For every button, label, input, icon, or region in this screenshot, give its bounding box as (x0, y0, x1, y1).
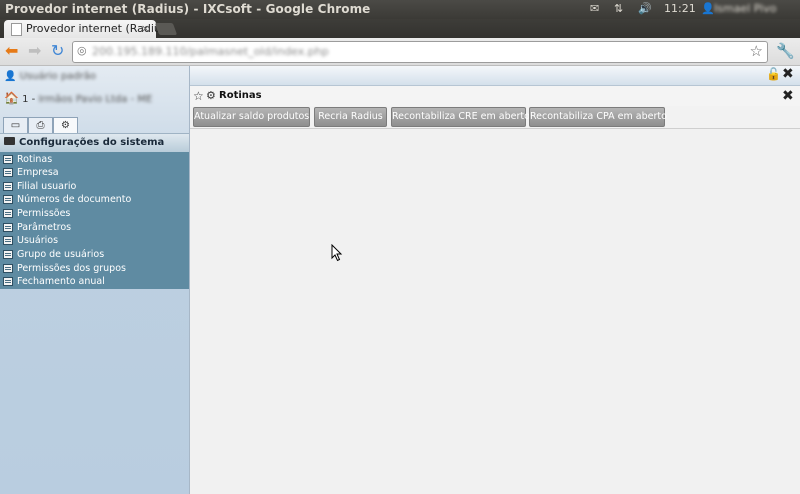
document-icon (3, 168, 13, 177)
back-arrow-icon[interactable]: ⬅ (5, 42, 18, 60)
document-icon (3, 209, 13, 218)
network-icon[interactable]: ⇅ (614, 2, 623, 15)
window-header: ☆ ⚙ Rotinas (190, 86, 800, 106)
close-all-icon[interactable]: ✖ (782, 66, 794, 82)
menu-item-label: Empresa (17, 167, 59, 178)
gear-icon: ⚙ (206, 89, 216, 102)
menu-item-rotinas[interactable]: Rotinas (0, 153, 189, 166)
window-icon: ▭ (10, 120, 21, 131)
os-user-name[interactable]: Ismael Pivo (714, 2, 776, 15)
menu-item-numeros-documento[interactable]: Números de documento (0, 193, 189, 206)
window-title: Provedor internet (Radius) - IXCsoft - G… (5, 2, 371, 16)
address-bar[interactable]: ◎ 200.195.189.110/palmasnet_old/index.ph… (72, 41, 768, 63)
reload-icon[interactable]: ↻ (51, 42, 64, 60)
mail-icon[interactable]: ✉ (590, 2, 599, 15)
mouse-cursor-icon (331, 244, 343, 262)
unlock-icon[interactable]: 🔓 (766, 67, 781, 81)
document-icon (3, 277, 13, 286)
settings-menu: Rotinas Empresa Filial usuario Números d… (0, 152, 189, 289)
window-content (190, 129, 800, 494)
atualizar-saldo-produtos-button[interactable]: Atualizar saldo produtos (193, 107, 310, 127)
menu-item-label: Filial usuario (17, 181, 77, 192)
section-title: Configurações do sistema (19, 137, 165, 148)
menu-item-label: Usuários (17, 235, 59, 246)
url-text: 200.195.189.110/palmasnet_old/index.php (92, 45, 329, 58)
tab-windows[interactable]: ▭ (3, 117, 28, 134)
document-icon (3, 250, 13, 259)
forward-arrow-icon[interactable]: ➡ (28, 42, 41, 60)
tab-printer[interactable]: ⎙ (28, 117, 53, 134)
clock[interactable]: 11:21 (664, 2, 696, 15)
printer-icon: ⎙ (36, 120, 45, 131)
site-info-icon[interactable]: ◎ (77, 44, 87, 57)
menu-item-label: Números de documento (17, 194, 132, 205)
recontabiliza-cpa-button[interactable]: Recontabiliza CPA em aberto (529, 107, 667, 127)
document-icon (3, 223, 13, 232)
menu-item-label: Grupo de usuários (17, 249, 105, 260)
tab-close-icon[interactable]: × (141, 22, 150, 35)
menu-item-empresa[interactable]: Empresa (0, 166, 189, 179)
menu-item-label: Parâmetros (17, 222, 72, 233)
current-organization: 🏠 1 - Irmãos Pavio Ltda - ME (4, 91, 152, 105)
browser-tab[interactable]: Provedor internet (Radius × (4, 20, 167, 38)
menu-item-filial-usuario[interactable]: Filial usuario (0, 180, 189, 193)
org-name: Irmãos Pavio Ltda - ME (38, 94, 153, 105)
user-icon: 👤 (4, 71, 17, 82)
recria-radius-button[interactable]: Recria Radius (314, 107, 387, 127)
workspace-top-strip (190, 66, 800, 86)
menu-item-grupo-usuarios[interactable]: Grupo de usuários (0, 248, 189, 261)
document-icon (3, 264, 13, 273)
user-name: Usuário padrão (19, 71, 97, 82)
document-icon (3, 236, 13, 245)
menu-item-label: Fechamento anual (17, 276, 105, 287)
menu-item-label: Permissões (17, 208, 71, 219)
os-top-bar: Provedor internet (Radius) - IXCsoft - G… (0, 0, 800, 19)
section-header[interactable]: Configurações do sistema (0, 133, 189, 153)
wrench-icon[interactable]: 🔧 (776, 42, 795, 60)
document-icon (3, 195, 13, 204)
current-user: 👤 Usuário padrão (4, 71, 96, 82)
menu-item-label: Rotinas (17, 154, 53, 165)
new-tab-button[interactable] (154, 23, 178, 35)
menu-item-parametros[interactable]: Parâmetros (0, 221, 189, 234)
home-icon: 🏠 (4, 91, 19, 105)
favorite-star-icon[interactable]: ☆ (193, 89, 204, 103)
menu-item-permissoes-grupos[interactable]: Permissões dos grupos (0, 262, 189, 275)
org-prefix: 1 - (22, 94, 39, 105)
folder-icon (4, 137, 15, 145)
recontabiliza-cre-button[interactable]: Recontabiliza CRE em aberto (391, 107, 530, 127)
document-icon (3, 155, 13, 164)
menu-item-permissoes[interactable]: Permissões (0, 207, 189, 220)
page-icon (11, 23, 22, 36)
menu-item-fechamento-anual[interactable]: Fechamento anual (0, 275, 189, 288)
gear-icon: ⚙ (61, 120, 70, 131)
document-icon (3, 182, 13, 191)
user-icon: 👤 (701, 2, 715, 15)
menu-item-usuarios[interactable]: Usuários (0, 234, 189, 247)
bookmark-star-icon[interactable]: ☆ (750, 42, 763, 60)
window-close-icon[interactable]: ✖ (782, 88, 794, 104)
window-title-text: Rotinas (219, 90, 262, 101)
menu-item-label: Permissões dos grupos (17, 263, 126, 274)
volume-icon[interactable]: 🔊 (638, 2, 652, 15)
